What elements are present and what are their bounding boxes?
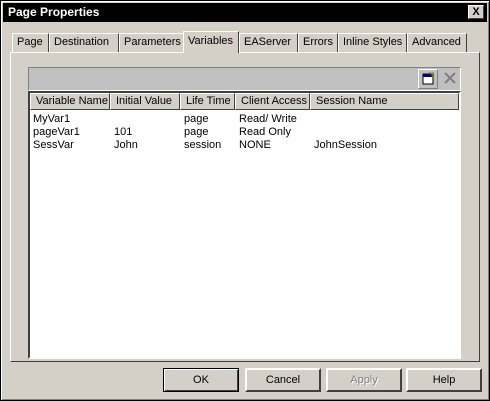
column-header-variable-name[interactable]: Variable Name [30, 93, 110, 110]
cell-client-access: Read/ Write [239, 113, 297, 125]
cell-variable-name: pageVar1 [33, 126, 80, 138]
tab-page[interactable]: Page [12, 33, 49, 52]
list-header: Variable Name Initial Value Life Time Cl… [30, 93, 459, 110]
column-header-initial-value[interactable]: Initial Value [110, 93, 180, 110]
table-row[interactable]: SessVar John session NONE JohnSession [30, 139, 459, 152]
column-header-session-name[interactable]: Session Name [310, 93, 459, 110]
cell-initial-value: 101 [114, 126, 133, 138]
dialog-title: Page Properties [8, 5, 100, 19]
table-row[interactable]: pageVar1 101 page Read Only [30, 126, 459, 139]
variables-toolbar [28, 67, 461, 91]
column-header-client-access[interactable]: Client Access [235, 93, 310, 110]
cell-variable-name: SessVar [33, 139, 74, 151]
cell-session-name: JohnSession [314, 139, 377, 151]
cell-life-time: page [184, 126, 209, 138]
page-properties-dialog: Page Properties X Page Destination Param… [0, 0, 490, 401]
tab-easerver[interactable]: EAServer [239, 33, 298, 52]
close-icon[interactable]: X [468, 5, 484, 19]
apply-button[interactable]: Apply [326, 368, 402, 392]
cell-life-time: session [184, 139, 222, 151]
tab-parameters[interactable]: Parameters [119, 33, 185, 52]
tab-errors[interactable]: Errors [298, 33, 338, 52]
new-item-icon[interactable] [418, 69, 438, 89]
tab-destination[interactable]: Destination [49, 33, 119, 52]
title-bar: Page Properties X [3, 3, 487, 22]
cell-variable-name: MyVar1 [33, 113, 71, 125]
tab-advanced[interactable]: Advanced [407, 33, 467, 52]
cancel-button[interactable]: Cancel [245, 368, 321, 392]
ok-button[interactable]: OK [163, 368, 239, 392]
help-button[interactable]: Help [406, 368, 482, 392]
cell-client-access: NONE [239, 139, 271, 151]
tab-inline-styles[interactable]: Inline Styles [338, 33, 407, 52]
variables-list[interactable]: Variable Name Initial Value Life Time Cl… [28, 91, 461, 359]
column-header-life-time[interactable]: Life Time [180, 93, 235, 110]
cell-client-access: Read Only [239, 126, 291, 138]
tab-variables[interactable]: Variables [183, 31, 239, 53]
delete-x-icon[interactable] [440, 69, 460, 89]
table-row[interactable]: MyVar1 page Read/ Write [30, 113, 459, 126]
cell-life-time: page [184, 113, 209, 125]
cell-initial-value: John [114, 139, 138, 151]
